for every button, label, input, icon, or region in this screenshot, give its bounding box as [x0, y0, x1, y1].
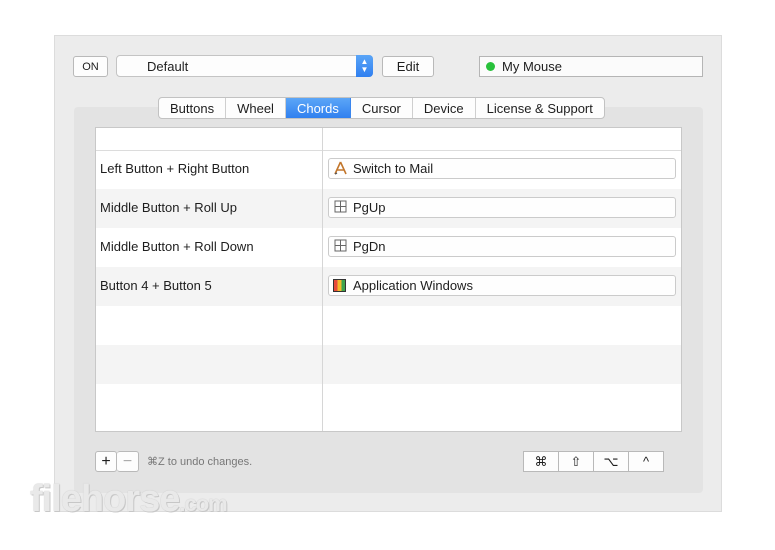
chord-trigger: Middle Button + Roll Up — [100, 200, 237, 215]
table-row[interactable]: Left Button + Right Button Switch to Mai… — [96, 150, 681, 189]
app-store-icon — [333, 161, 348, 176]
tab-license-support[interactable]: License & Support — [476, 98, 604, 118]
command-key-button[interactable]: ⌘ — [523, 451, 559, 472]
shift-key-button[interactable]: ⇧ — [558, 451, 594, 472]
device-selector[interactable]: My Mouse — [479, 56, 703, 77]
watermark-brand: filehorse — [30, 478, 180, 520]
chord-trigger: Middle Button + Roll Down — [100, 239, 254, 254]
chord-action-field[interactable]: Switch to Mail — [328, 158, 676, 179]
tab-buttons[interactable]: Buttons — [159, 98, 227, 118]
tab-device[interactable]: Device — [413, 98, 476, 118]
keystroke-icon — [333, 239, 348, 254]
empty-row — [96, 306, 681, 345]
column-divider — [322, 128, 323, 431]
remove-chord-button[interactable]: − — [117, 451, 139, 472]
watermark-logo: filehorse.com — [30, 478, 228, 521]
preset-select-value: Default — [147, 59, 189, 74]
modifier-keys: ⌘ ⇧ ⌥ ^ — [523, 451, 664, 472]
empty-row — [96, 384, 681, 423]
tab-cursor[interactable]: Cursor — [351, 98, 413, 118]
chords-table: Left Button + Right Button Switch to Mai… — [95, 127, 682, 432]
undo-hint: ⌘Z to undo changes. — [147, 456, 253, 468]
chord-action-label: Application Windows — [353, 278, 473, 293]
option-key-button[interactable]: ⌥ — [593, 451, 629, 472]
keystroke-icon — [333, 200, 348, 215]
chord-trigger: Left Button + Right Button — [100, 161, 250, 176]
control-key-button[interactable]: ^ — [628, 451, 664, 472]
tab-chords[interactable]: Chords — [285, 98, 351, 118]
select-arrows-icon: ▲ ▼ — [356, 55, 373, 77]
empty-row — [96, 345, 681, 384]
chord-action-label: PgDn — [353, 239, 386, 254]
tab-bar: Buttons Wheel Chords Cursor Device Licen… — [158, 97, 605, 119]
chord-action-label: Switch to Mail — [353, 161, 434, 176]
status-dot-icon — [486, 62, 495, 71]
chord-action-field[interactable]: PgDn — [328, 236, 676, 257]
table-row[interactable]: Middle Button + Roll Down PgDn — [96, 228, 681, 267]
device-name: My Mouse — [502, 59, 562, 74]
chord-action-field[interactable]: Application Windows — [328, 275, 676, 296]
app-windows-icon — [333, 279, 346, 292]
table-header — [96, 128, 681, 151]
chord-action-label: PgUp — [353, 200, 386, 215]
on-toggle-button[interactable]: ON — [73, 56, 108, 77]
add-chord-button[interactable]: + — [95, 451, 117, 472]
preferences-window: ON Default ▲ ▼ Edit My Mouse Buttons Whee… — [54, 35, 722, 512]
table-row[interactable]: Button 4 + Button 5 Application Windows — [96, 267, 681, 306]
edit-button[interactable]: Edit — [382, 56, 434, 77]
preset-select[interactable]: Default ▲ ▼ — [116, 55, 373, 77]
tab-wheel[interactable]: Wheel — [226, 98, 286, 118]
chord-trigger: Button 4 + Button 5 — [100, 278, 212, 293]
table-row[interactable]: Middle Button + Roll Up PgUp — [96, 189, 681, 228]
chord-action-field[interactable]: PgUp — [328, 197, 676, 218]
watermark-suffix: .com — [179, 491, 227, 516]
